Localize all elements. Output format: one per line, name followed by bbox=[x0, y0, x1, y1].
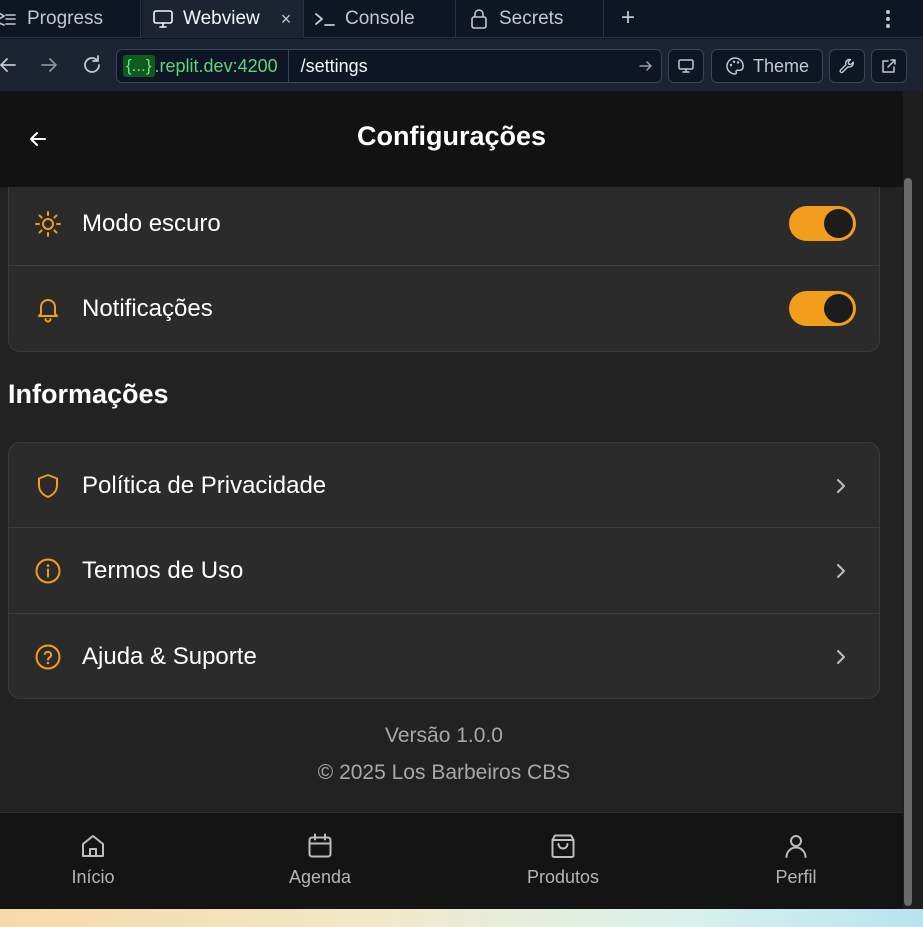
url-path[interactable]: /settings bbox=[289, 56, 631, 77]
device-preview-button[interactable] bbox=[668, 49, 704, 83]
toggle-knob bbox=[824, 294, 853, 323]
info-row-label: Política de Privacidade bbox=[82, 471, 327, 499]
copyright-text: © 2025 Los Barbeiros CBS bbox=[317, 761, 571, 784]
lock-icon bbox=[468, 8, 490, 30]
shield-icon bbox=[33, 471, 63, 501]
nav-item-profile[interactable]: Perfil bbox=[736, 813, 856, 909]
tab-label: Webview bbox=[183, 8, 260, 29]
info-row-help-support[interactable]: Ajuda & Suporte bbox=[9, 614, 879, 699]
info-row-label: Ajuda & Suporte bbox=[82, 642, 257, 670]
progress-icon bbox=[0, 8, 18, 30]
tab-label: Progress bbox=[27, 8, 104, 29]
close-icon[interactable]: × bbox=[281, 9, 292, 30]
settings-row-label: Notificações bbox=[82, 294, 213, 322]
webview-content: Configurações Modo escuro Notificações I… bbox=[0, 91, 903, 909]
nav-label: Produtos bbox=[526, 867, 600, 887]
app-header: Configurações bbox=[0, 91, 903, 187]
user-icon bbox=[781, 831, 811, 861]
info-circle-icon bbox=[33, 556, 63, 586]
external-link-icon bbox=[882, 59, 896, 73]
calendar-icon bbox=[305, 831, 335, 861]
chevron-right-icon bbox=[829, 645, 853, 669]
url-field[interactable]: {...} .replit.dev:4200 /settings bbox=[116, 49, 662, 83]
wrench-icon bbox=[839, 58, 854, 74]
nav-label: Agenda bbox=[288, 867, 352, 887]
url-host-text: .replit.dev:4200 bbox=[154, 55, 278, 76]
add-tab-button[interactable]: + bbox=[615, 4, 641, 32]
forward-arrow-icon[interactable] bbox=[35, 51, 63, 79]
settings-row-notifications: Notificações bbox=[9, 266, 879, 351]
webview-address-bar: {...} .replit.dev:4200 /settings Theme bbox=[0, 39, 923, 91]
shopping-bag-icon bbox=[548, 831, 578, 861]
sun-icon bbox=[33, 209, 63, 239]
nav-item-products[interactable]: Produtos bbox=[503, 813, 623, 909]
desktop-background-strip bbox=[0, 909, 923, 927]
settings-row-dark-mode: Modo escuro bbox=[9, 181, 879, 266]
open-new-window-button[interactable] bbox=[871, 49, 907, 83]
preferences-card: Modo escuro Notificações bbox=[8, 187, 880, 352]
section-title-info: Informações bbox=[8, 379, 169, 409]
tab-progress[interactable]: Progress bbox=[0, 0, 141, 38]
chevron-right-icon bbox=[829, 474, 853, 498]
tab-label: Console bbox=[345, 8, 415, 29]
more-options-icon[interactable] bbox=[878, 6, 898, 32]
url-badge: {...} bbox=[123, 55, 155, 77]
info-card: Política de Privacidade Termos de Uso Aj… bbox=[8, 442, 880, 699]
replit-ide-window: Progress Webview × Console Secrets + {..… bbox=[0, 0, 923, 927]
tab-secrets[interactable]: Secrets bbox=[456, 0, 604, 38]
dark-mode-toggle[interactable] bbox=[789, 206, 856, 241]
url-host: {...} .replit.dev:4200 bbox=[117, 50, 289, 82]
theme-label: Theme bbox=[752, 55, 810, 76]
bottom-navigation: Início Agenda Produtos Perfil bbox=[0, 812, 903, 909]
nav-label: Perfil bbox=[775, 867, 817, 887]
home-icon bbox=[78, 831, 108, 861]
settings-row-label: Modo escuro bbox=[82, 209, 221, 237]
nav-item-agenda[interactable]: Agenda bbox=[260, 813, 380, 909]
bell-icon bbox=[33, 294, 63, 324]
info-row-terms[interactable]: Termos de Uso bbox=[9, 528, 879, 613]
toggle-knob bbox=[824, 209, 853, 238]
devtools-button[interactable] bbox=[829, 49, 865, 83]
nav-item-home[interactable]: Início bbox=[33, 813, 153, 909]
info-row-privacy-policy[interactable]: Política de Privacidade bbox=[9, 443, 879, 528]
info-row-label: Termos de Uso bbox=[82, 556, 244, 584]
page-title: Configurações bbox=[356, 121, 547, 151]
monitor-icon bbox=[152, 8, 174, 30]
palette-icon bbox=[726, 57, 744, 75]
scrollbar-thumb[interactable] bbox=[904, 178, 912, 906]
tab-label: Secrets bbox=[499, 8, 564, 29]
tab-webview[interactable]: Webview × bbox=[142, 0, 304, 38]
terminal-icon bbox=[314, 8, 336, 30]
app-version: Versão 1.0.0 bbox=[385, 724, 503, 747]
go-arrow-icon[interactable] bbox=[631, 58, 661, 74]
nav-label: Início bbox=[71, 867, 115, 887]
tab-console[interactable]: Console bbox=[304, 0, 456, 38]
back-arrow-icon[interactable] bbox=[0, 51, 22, 79]
notifications-toggle[interactable] bbox=[789, 291, 856, 326]
theme-button[interactable]: Theme bbox=[711, 49, 823, 83]
ide-tab-bar: Progress Webview × Console Secrets + bbox=[0, 0, 923, 38]
help-circle-icon bbox=[33, 642, 63, 672]
monitor-icon bbox=[678, 59, 694, 73]
reload-icon[interactable] bbox=[78, 51, 106, 79]
chevron-right-icon bbox=[829, 559, 853, 583]
